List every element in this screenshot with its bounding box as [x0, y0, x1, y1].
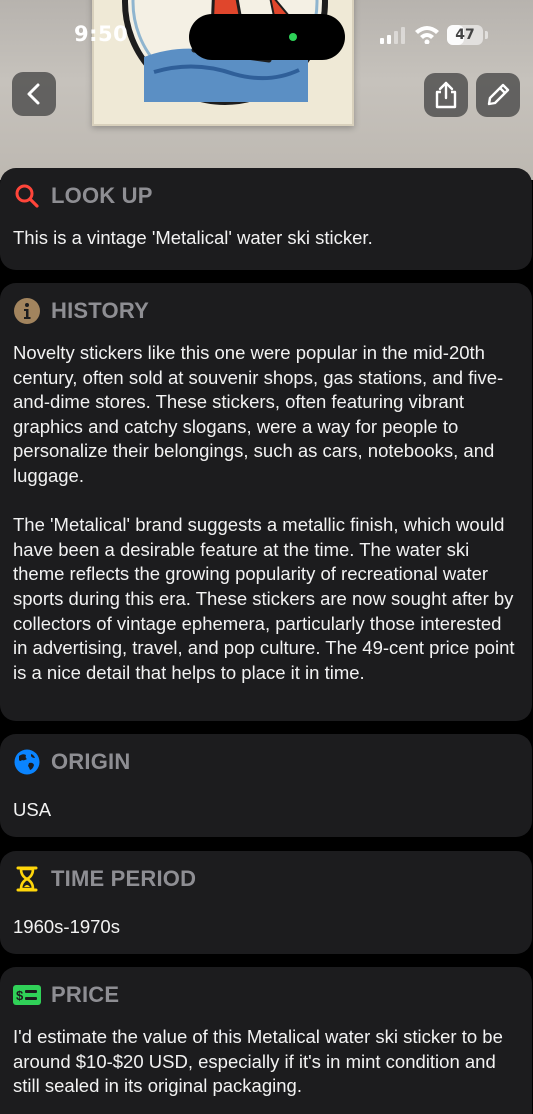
lookup-card-header: LOOK UP — [13, 170, 519, 222]
price-card-header: $ PRICE — [13, 969, 519, 1021]
price-card: $ PRICE I'd estimate the value of this M… — [0, 967, 532, 1114]
price-title: PRICE — [51, 982, 120, 1007]
origin-card-header: ORIGIN — [13, 736, 519, 788]
hourglass-icon — [13, 865, 41, 893]
cellular-signal-icon — [380, 27, 405, 44]
origin-card: ORIGIN USA — [0, 734, 532, 837]
price-text: I'd estimate the value of this Metalical… — [13, 1026, 503, 1097]
time-period-text: 1960s-1970s — [13, 916, 120, 937]
clock: 9:50 — [74, 22, 129, 46]
svg-text:$: $ — [16, 988, 24, 1003]
status-bar: 9:50 47 — [0, 0, 533, 72]
history-title: HISTORY — [51, 298, 149, 323]
battery-nub — [485, 31, 488, 39]
origin-title: ORIGIN — [51, 749, 131, 774]
share-button[interactable] — [424, 73, 468, 117]
edit-button[interactable] — [476, 73, 520, 117]
pencil-icon — [487, 83, 510, 106]
dynamic-island — [189, 14, 345, 60]
wifi-icon — [415, 26, 439, 44]
share-icon — [435, 81, 457, 109]
info-circle-icon — [13, 297, 41, 325]
battery-icon: 47 — [447, 25, 483, 45]
back-button[interactable] — [12, 72, 56, 116]
battery-percent: 47 — [455, 27, 475, 43]
history-paragraph-2: The 'Metalical' brand suggests a metalli… — [13, 514, 515, 683]
history-card-header: HISTORY — [13, 285, 519, 337]
history-card: HISTORY Novelty stickers like this one w… — [0, 283, 532, 721]
time-period-card: TIME PERIOD 1960s-1970s — [0, 851, 532, 954]
history-text: Novelty stickers like this one were popu… — [13, 341, 519, 685]
time-period-card-header: TIME PERIOD — [13, 853, 519, 905]
magnifying-glass-icon — [13, 182, 41, 210]
lookup-card: LOOK UP This is a vintage 'Metalical' wa… — [0, 168, 532, 270]
origin-text: USA — [13, 799, 52, 820]
lookup-text: This is a vintage 'Metalical' water ski … — [13, 227, 373, 248]
lookup-title: LOOK UP — [51, 183, 153, 208]
globe-icon — [13, 748, 41, 776]
history-paragraph-1: Novelty stickers like this one were popu… — [13, 342, 504, 486]
chevron-left-icon — [27, 83, 40, 105]
time-period-title: TIME PERIOD — [51, 866, 197, 891]
camera-indicator-icon — [289, 33, 297, 41]
dollar-bill-icon: $ — [13, 981, 41, 1009]
